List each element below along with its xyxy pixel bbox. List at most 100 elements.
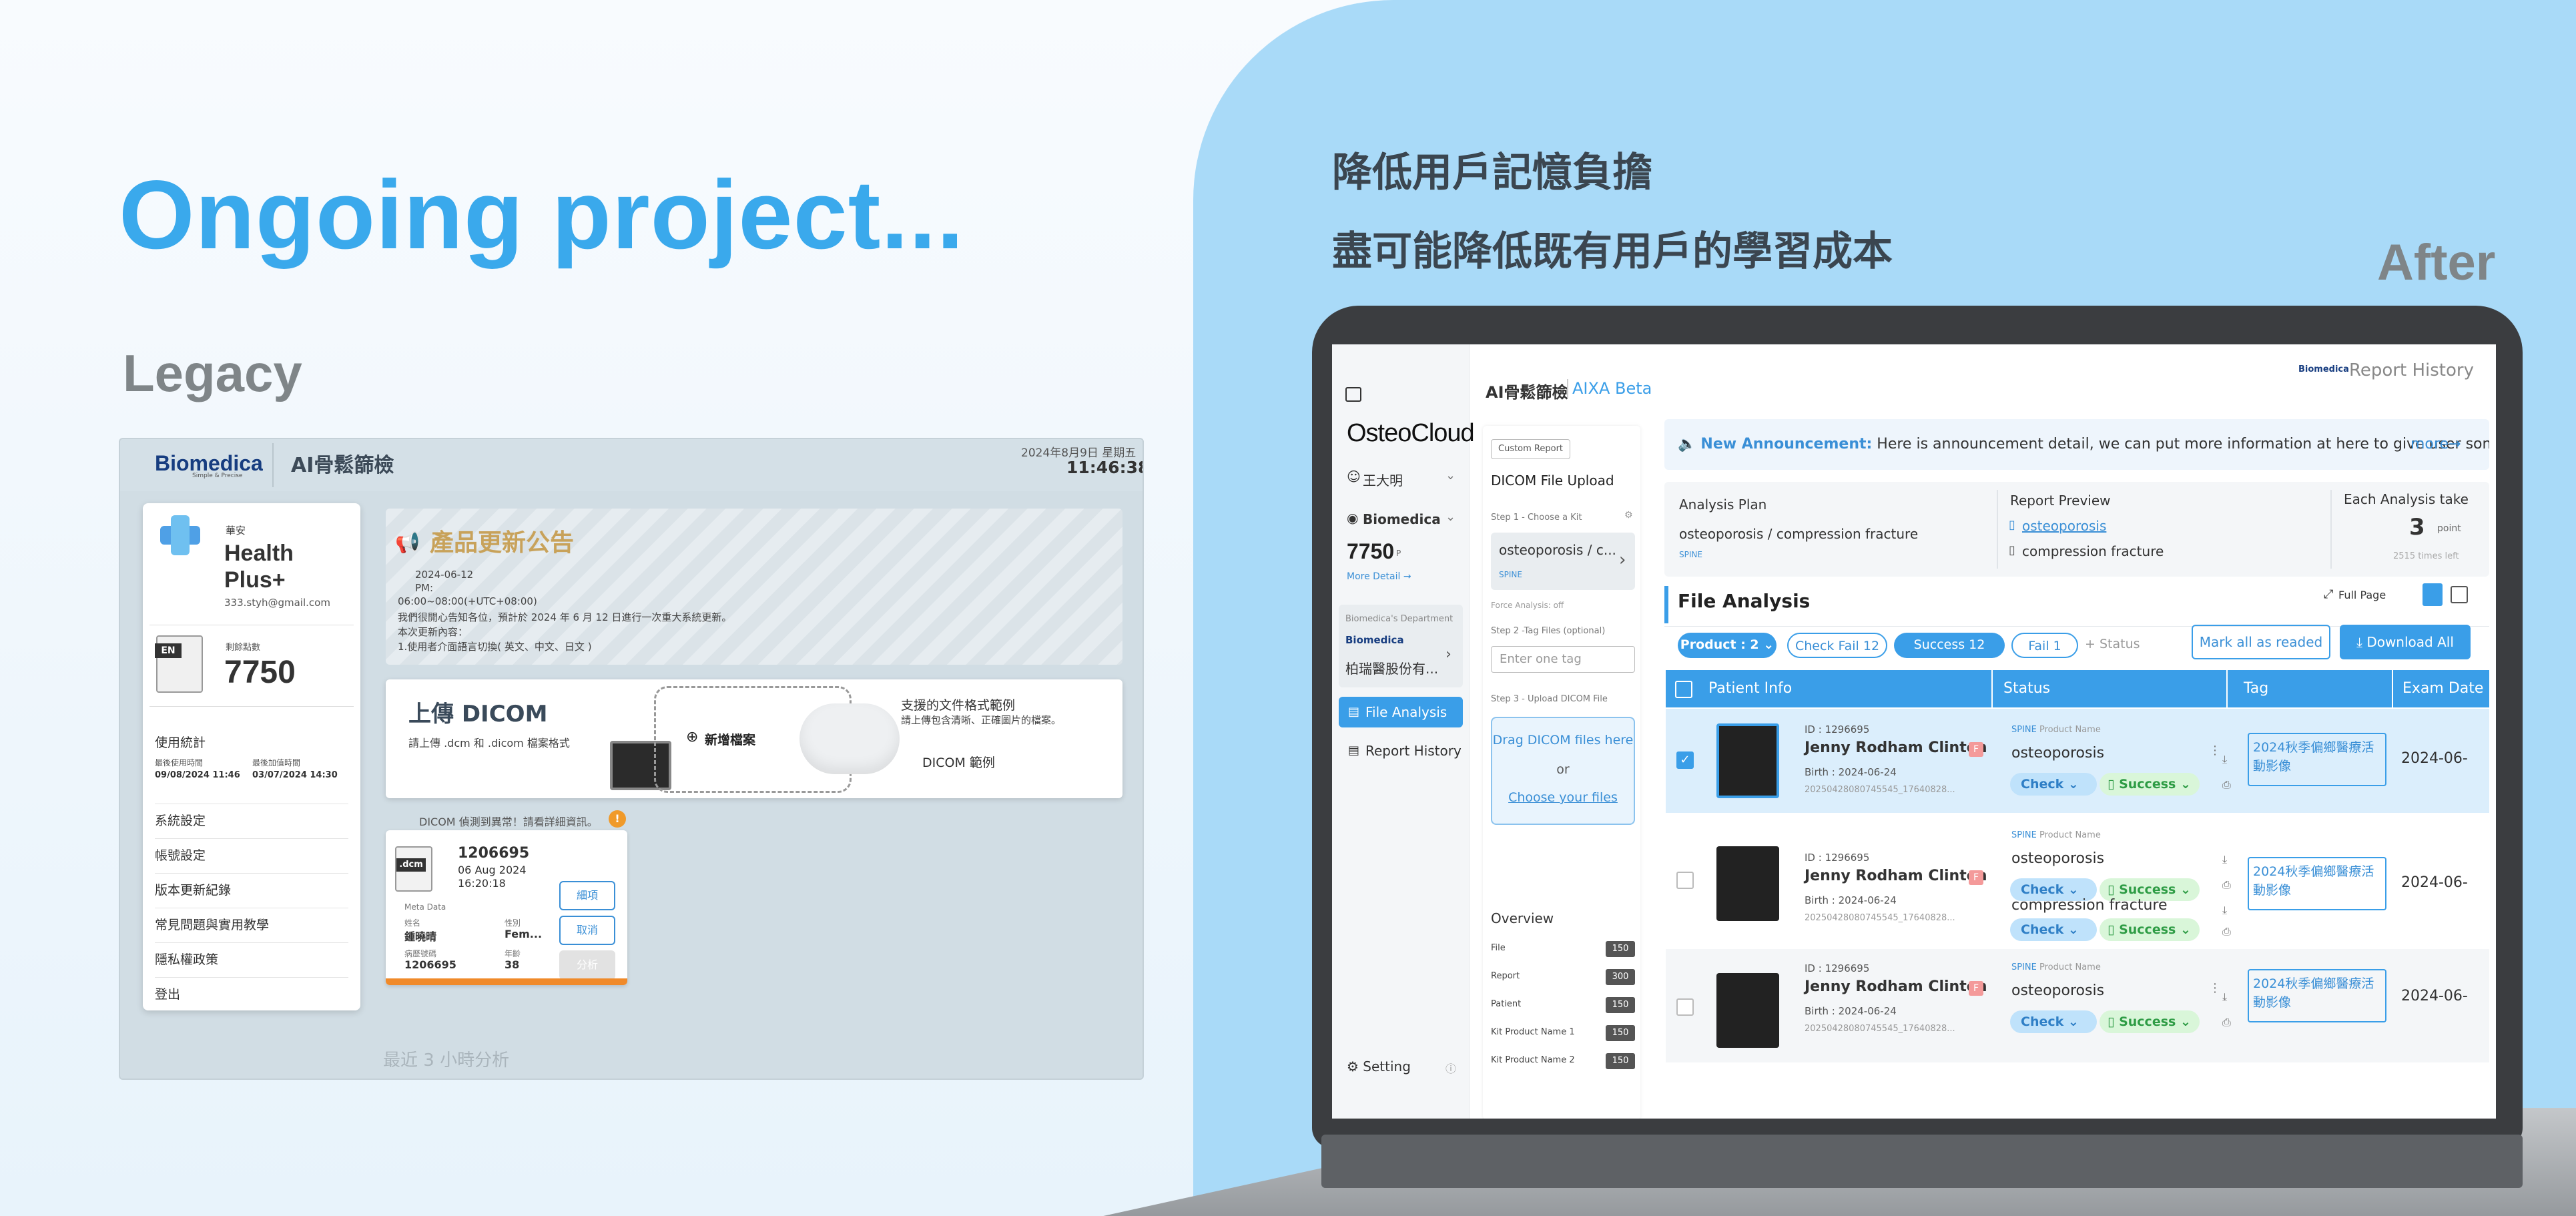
xray-thumbnail[interactable]: [1716, 846, 1779, 921]
check-status[interactable]: Check ⌄: [2010, 773, 2097, 796]
download-icon[interactable]: ⤓: [2222, 990, 2227, 1004]
kit-selector[interactable]: osteoporosis / c... SPINE ›: [1491, 533, 1635, 590]
print-icon[interactable]: ⎙: [2222, 1016, 2231, 1029]
recent-analysis-heading: 最近 3 小時分析: [383, 1050, 510, 1071]
dicom-dropzone[interactable]: Drag DICOM files here or Choose your fil…: [1491, 717, 1635, 825]
xray-thumbnail[interactable]: [1716, 723, 1779, 798]
dicom-upload-panel: Custom Report DICOM File Upload Step 1 -…: [1483, 426, 1640, 1119]
print-icon[interactable]: ⎙: [2222, 925, 2231, 938]
add-status-filter[interactable]: + Status: [2085, 637, 2140, 651]
warning-icon: !: [609, 810, 626, 828]
success-status[interactable]: ▯ Success ⌄: [2100, 773, 2200, 796]
print-icon[interactable]: ⎙: [2222, 778, 2231, 792]
filter-product[interactable]: Product : 2 ⌄: [1678, 633, 1777, 658]
announcement-more-link[interactable]: more→: [2410, 419, 2461, 470]
dicom-example-link[interactable]: DICOM 範例: [922, 753, 995, 771]
success-status[interactable]: ▯ Success ⌄: [2100, 918, 2200, 941]
filter-fail[interactable]: Fail 1: [2011, 633, 2078, 658]
table-row[interactable]: ✓ ID : 1296695 Jenny Rodham Clinton F Bi…: [1666, 709, 2489, 813]
kit-sub: SPINE: [1499, 570, 1522, 579]
last-add-label: 最後加值時間: [252, 758, 301, 768]
menu-faq[interactable]: 常見問題與實用教學: [155, 908, 348, 941]
gear-icon[interactable]: ⚙: [1624, 510, 1633, 521]
menu-version-log[interactable]: 版本更新紀錄: [155, 873, 348, 906]
list-view-icon[interactable]: [2423, 583, 2443, 606]
row-checkbox[interactable]: [1676, 872, 1694, 889]
download-icon[interactable]: ⤓: [2222, 904, 2227, 917]
patient-id: ID : 1296695: [1805, 962, 1870, 974]
force-analysis[interactable]: Force Analysis: off: [1491, 601, 1564, 610]
user-name[interactable]: 王大明: [1363, 470, 1403, 489]
settings-link[interactable]: ⚙ Setting: [1347, 1058, 1411, 1075]
gear-icon: ⚙: [1347, 1058, 1359, 1075]
chevron-down-icon[interactable]: ⌄: [1445, 469, 1456, 483]
more-icon[interactable]: ⋮: [2209, 743, 2221, 757]
points-value: 7750: [224, 655, 296, 690]
legacy-logo-sub: Simple & Precise: [192, 473, 243, 479]
menu-system-settings[interactable]: 系統設定: [155, 804, 348, 837]
custom-report-button[interactable]: Custom Report: [1491, 439, 1571, 459]
download-icon[interactable]: ⤓: [2222, 753, 2227, 766]
download-all-button[interactable]: ⤓ Download All: [2340, 625, 2471, 659]
user-email: 333.styh@gmail.com: [224, 597, 330, 609]
header-report-history[interactable]: Report History: [2349, 360, 2474, 380]
column-exam-date[interactable]: Exam Date: [2402, 670, 2483, 707]
expand-icon[interactable]: ⤢: [2324, 587, 2333, 601]
column-status[interactable]: Status: [2003, 670, 2050, 707]
analyze-button[interactable]: 分析: [559, 950, 615, 980]
xray-thumbnail[interactable]: [1716, 973, 1779, 1048]
mark-all-read-button[interactable]: Mark all as readed: [2192, 625, 2330, 659]
add-file-label[interactable]: 新增檔案: [705, 730, 755, 748]
cancel-button[interactable]: 取消: [559, 916, 615, 945]
menu-privacy[interactable]: 隱私權政策: [155, 942, 348, 976]
column-patient-info[interactable]: Patient Info: [1708, 670, 1792, 707]
detail-button[interactable]: 細項: [559, 881, 615, 910]
nav-file-analysis[interactable]: ▤ File Analysis: [1339, 697, 1463, 727]
row-checkbox[interactable]: ✓: [1676, 751, 1694, 769]
check-status[interactable]: Check ⌄: [2010, 918, 2097, 941]
card-date: 06 Aug 2024: [458, 864, 527, 876]
check-status[interactable]: Check ⌄: [2010, 1010, 2097, 1033]
select-all-checkbox[interactable]: [1675, 681, 1692, 698]
menu-account-settings[interactable]: 帳號設定: [155, 838, 348, 872]
announcement-line: 1.使用者介面語言切換( 英文、中文、日文 ): [398, 641, 592, 653]
language-badge[interactable]: EN: [155, 643, 182, 658]
filter-success[interactable]: Success 12: [1894, 633, 2005, 658]
success-status[interactable]: ▯ Success ⌄: [2100, 1010, 2200, 1033]
row-tag[interactable]: 2024秋季偏鄉醫療活動影像: [2248, 857, 2386, 910]
more-detail-link[interactable]: More Detail →: [1347, 571, 1411, 582]
report-preview-link[interactable]: osteoporosis: [2022, 518, 2106, 534]
overview-label: Kit Product Name 1: [1491, 1027, 1575, 1037]
grid-view-icon[interactable]: [2451, 586, 2468, 603]
print-icon[interactable]: ⎙: [2222, 878, 2231, 892]
more-icon[interactable]: ⋮: [2209, 981, 2221, 995]
row-checkbox[interactable]: [1676, 998, 1694, 1016]
row-tag[interactable]: 2024秋季偏鄉醫療活動影像: [2248, 733, 2386, 786]
last-used-label: 最後使用時間: [155, 758, 204, 768]
table-row[interactable]: ID : 1296695 Jenny Rodham Clinton F Birt…: [1666, 949, 2489, 1062]
full-page-button[interactable]: Full Page: [2338, 589, 2386, 601]
department-name: 柏瑞醫股份有...: [1345, 661, 1439, 677]
table-row[interactable]: ID : 1296695 Jenny Rodham Clinton F Birt…: [1666, 814, 2489, 948]
help-icon[interactable]: ⓘ: [1445, 1060, 1456, 1076]
patient-name: Jenny Rodham Clinton: [1805, 868, 1987, 884]
nav-report-history[interactable]: ▤ Report History: [1339, 735, 1463, 766]
sidebar-toggle-icon[interactable]: [1345, 387, 1361, 402]
product: osteoporosis: [2011, 982, 2105, 999]
org-name[interactable]: Biomedica: [1363, 511, 1441, 527]
megaphone-icon: 🔈: [1678, 436, 1696, 452]
divider: [1997, 490, 1998, 569]
department-card[interactable]: Biomedica's Department Biomedica 柏瑞醫股份有.…: [1339, 605, 1463, 687]
patient-birth: Birth : 2024-06-24: [1805, 1005, 1897, 1017]
spine-label: SPINE: [2011, 962, 2037, 972]
choose-files-link[interactable]: Choose your files: [1492, 790, 1634, 805]
column-tag[interactable]: Tag: [2244, 670, 2268, 707]
legacy-time: 11:46:38: [1066, 458, 1144, 477]
menu-logout[interactable]: 登出: [155, 977, 348, 1010]
dicom-warning: DICOM 偵測到異常！請看詳細資訊。: [419, 816, 598, 828]
filter-check-fail[interactable]: Check Fail 12: [1787, 633, 1887, 658]
download-icon[interactable]: ⤓: [2222, 853, 2227, 866]
tag-input[interactable]: Enter one tag: [1491, 646, 1635, 673]
chevron-down-icon[interactable]: ⌄: [1445, 510, 1456, 524]
row-tag[interactable]: 2024秋季偏鄉醫療活動影像: [2248, 969, 2386, 1022]
